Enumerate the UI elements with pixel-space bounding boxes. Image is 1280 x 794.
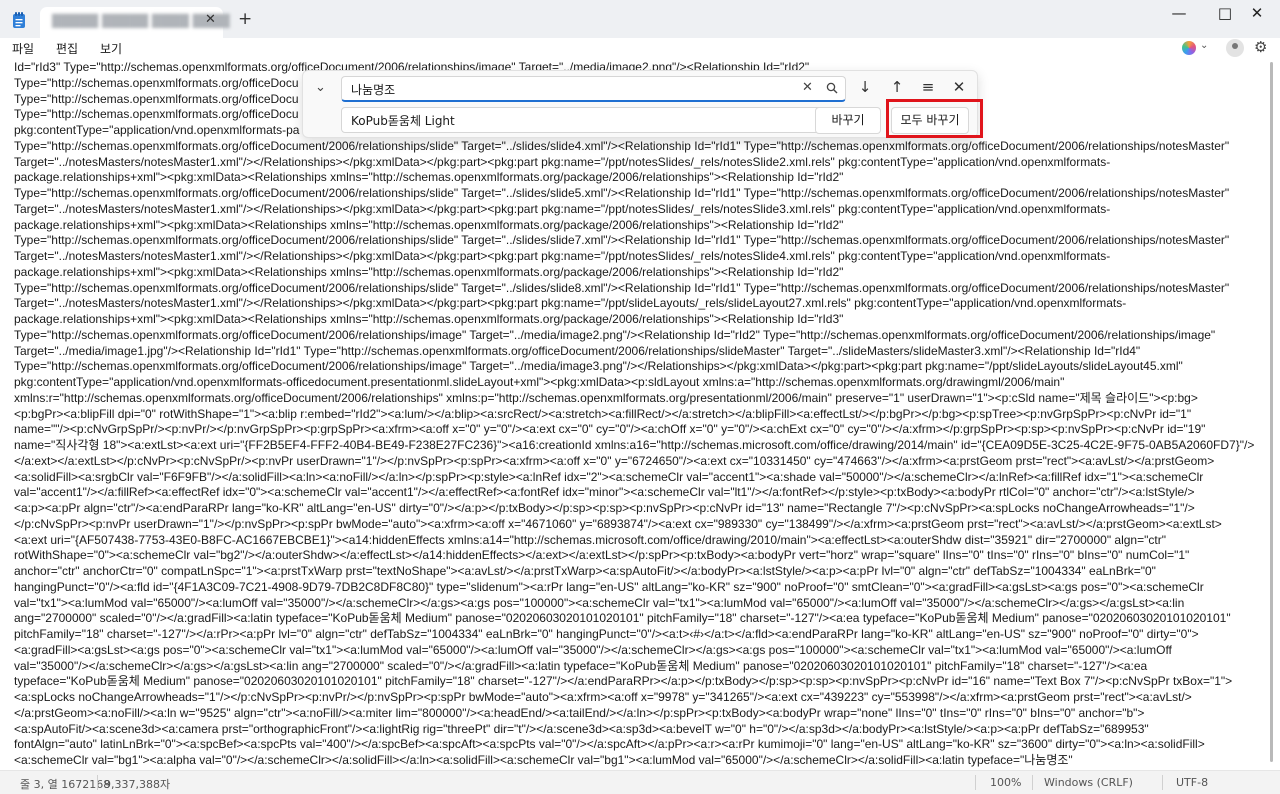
tab-title: █████ █████ ████ ████ [52, 14, 230, 28]
gear-icon[interactable]: ⚙ [1254, 38, 1267, 56]
find-previous-icon[interactable]: ↑ [886, 78, 908, 96]
editor-line: <a:solidFill><a:srgbClr val="F6F9FB"/></… [14, 469, 1204, 484]
editor-line: </a:ext></a:extLst></p:cNvPr><p:cNvSpPr/… [14, 453, 1215, 468]
status-divider [1032, 775, 1033, 790]
menu-edit[interactable]: 편집 [56, 40, 78, 57]
zoom-level[interactable]: 100% [990, 776, 1021, 789]
maximize-button[interactable]: □ [1210, 4, 1240, 22]
search-icon[interactable] [826, 82, 838, 94]
line-ending[interactable]: Windows (CRLF) [1044, 776, 1133, 789]
copilot-icon[interactable] [1182, 41, 1196, 55]
editor-line: </p:cNvSpPr><p:nvPr userDrawn="1"/></p:n… [14, 516, 1222, 531]
editor-line: pkg:contentType="application/vnd.openxml… [14, 375, 1065, 389]
editor-line: hangingPunct="0"/><a:fld id="{4F1A3C09-7… [14, 579, 1204, 594]
editor-line: pitchFamily="18" charset="-127"/></a:rPr… [14, 627, 1199, 641]
editor-line: <a:schemeClr val="bg1"><a:alpha val="0"/… [14, 753, 1073, 767]
menu-bar: 파일 편집 보기 ⌄ ⚙ [0, 38, 1280, 60]
editor-line: Target="../notesMasters/notesMaster1.xml… [14, 154, 1111, 169]
editor-line: Type="http://schemas.openxmlformats.org/… [14, 138, 1230, 153]
close-find-icon[interactable]: ✕ [948, 78, 970, 96]
minimize-button[interactable]: — [1164, 4, 1194, 22]
editor-line: <p:bgPr><a:blipFill dpi="0" rotWithShape… [14, 406, 1192, 421]
editor-line: </a:prstGeom><a:noFill/><a:ln w="9525" a… [14, 705, 1145, 720]
new-tab-button[interactable]: + [238, 9, 252, 29]
clear-search-icon[interactable]: ✕ [802, 80, 813, 95]
chevron-down-icon[interactable]: ⌄ [1200, 40, 1208, 51]
editor-line: xmlns:r="http://schemas.openxmlformats.o… [14, 390, 1198, 405]
editor-line: <a:gradFill><a:gsLst><a:gs pos="0"><a:sc… [14, 642, 1172, 657]
profile-avatar[interactable] [1226, 39, 1244, 57]
replace-input-value: KoPub돋움체 Light [351, 114, 455, 128]
status-divider [1162, 775, 1163, 790]
editor-line: name=""/><p:cNvGrpSpPr/><p:nvPr/></p:nvG… [14, 422, 1206, 437]
menu-view[interactable]: 보기 [100, 40, 122, 57]
editor-line: Type="http://schemas.openxmlformats.org/… [14, 327, 1216, 342]
replace-input[interactable]: KoPub돋움체 Light [341, 107, 846, 133]
editor-line: val="35000"/></a:schemeClr></a:gs></a:gs… [14, 658, 1148, 673]
editor-line: <a:p><a:pPr algn="ctr"/><a:endParaRPr la… [14, 501, 1195, 515]
editor-line: fontAlgn="auto" latinLnBrk="0"><a:spcBef… [14, 737, 1205, 752]
document-tab[interactable]: █████ █████ ████ ████ ✕ [40, 7, 230, 38]
editor-line: ang="2700000" scaled="0"/></a:gradFill><… [14, 611, 1231, 626]
editor-line: val="accent1"/></a:fillRef><a:effectRef … [14, 485, 1195, 500]
editor-line: typeface="KoPub돋움체 Medium" panose="02020… [14, 674, 1233, 689]
find-input-value: 나눔명조 [351, 83, 396, 97]
editor-line: val="tx1"><a:lumMod val="65000"/><a:lumO… [14, 595, 1185, 610]
encoding[interactable]: UTF-8 [1176, 776, 1208, 789]
text-editor[interactable]: Id="rId3" Type="http://schemas.openxmlfo… [0, 60, 1264, 768]
editor-line: package.relationships+xml"><pkg:xmlData>… [14, 170, 844, 185]
editor-line: <a:spLocks noChangeArrowheads="1"/></p:c… [14, 690, 1192, 704]
status-divider [975, 775, 976, 790]
editor-line: Type="http://schemas.openxmlformats.org/… [14, 280, 1230, 295]
editor-line: Type="http://schemas.openxmlformats.org/… [14, 233, 1230, 248]
status-bar: 줄 3, 열 1672168 9,337,388자 100% Windows (… [0, 770, 1280, 794]
annotation-highlight-box [886, 99, 983, 138]
editor-line: Target="../notesMasters/notesMaster1.xml… [14, 201, 1111, 216]
editor-line: <a:spAutoFit/><a:scene3d><a:camera prst=… [14, 721, 1149, 736]
tab-close-icon[interactable]: ✕ [205, 12, 216, 27]
find-next-icon[interactable]: ↓ [854, 78, 876, 96]
menu-file[interactable]: 파일 [12, 40, 34, 57]
editor-line: Type="http://schemas.openxmlformats.org/… [14, 186, 1230, 200]
find-replace-panel: ⌄ 나눔명조 ✕ ↓ ↑ ≡ ✕ KoPub돋움체 Light 바꾸기 모두 바… [302, 70, 978, 138]
search-options-icon[interactable]: ≡ [917, 78, 939, 96]
vertical-scrollbar[interactable] [1270, 62, 1273, 762]
find-input[interactable]: 나눔명조 ✕ [341, 76, 846, 102]
editor-line: package.relationships+xml"><pkg:xmlData>… [14, 264, 844, 279]
title-bar: █████ █████ ████ ████ ✕ + — □ ✕ [0, 0, 1280, 38]
editor-line: Target="../notesMasters/notesMaster1.xml… [14, 296, 1127, 311]
editor-line: Target="../notesMasters/notesMaster1.xml… [14, 249, 1111, 263]
editor-line: <a:ext uri="{AF507438-7753-43E0-B8FC-AC1… [14, 532, 1166, 547]
editor-line: rotWithShape="0"><a:schemeClr val="bg2"/… [14, 548, 1190, 563]
editor-line: Target="../media/image1.jpg"/><Relations… [14, 343, 1141, 358]
notepad-icon [13, 12, 25, 28]
status-divider [97, 775, 98, 790]
editor-line: anchor="ctr" anchorCtr="0" compatLnSpc="… [14, 564, 1156, 578]
close-window-button[interactable]: ✕ [1242, 4, 1272, 22]
editor-line: package.relationships+xml"><pkg:xmlData>… [14, 217, 844, 232]
replace-button[interactable]: 바꾸기 [815, 107, 881, 134]
editor-line: package.relationships+xml"><pkg:xmlData>… [14, 312, 844, 326]
character-count: 9,337,388자 [104, 778, 171, 791]
toggle-replace-chevron-icon[interactable]: ⌄ [315, 80, 326, 95]
editor-line: name="직사각형 18"><a:extLst><a:ext uri="{FF… [14, 438, 1255, 452]
editor-line: Type="http://schemas.openxmlformats.org/… [14, 359, 1183, 374]
